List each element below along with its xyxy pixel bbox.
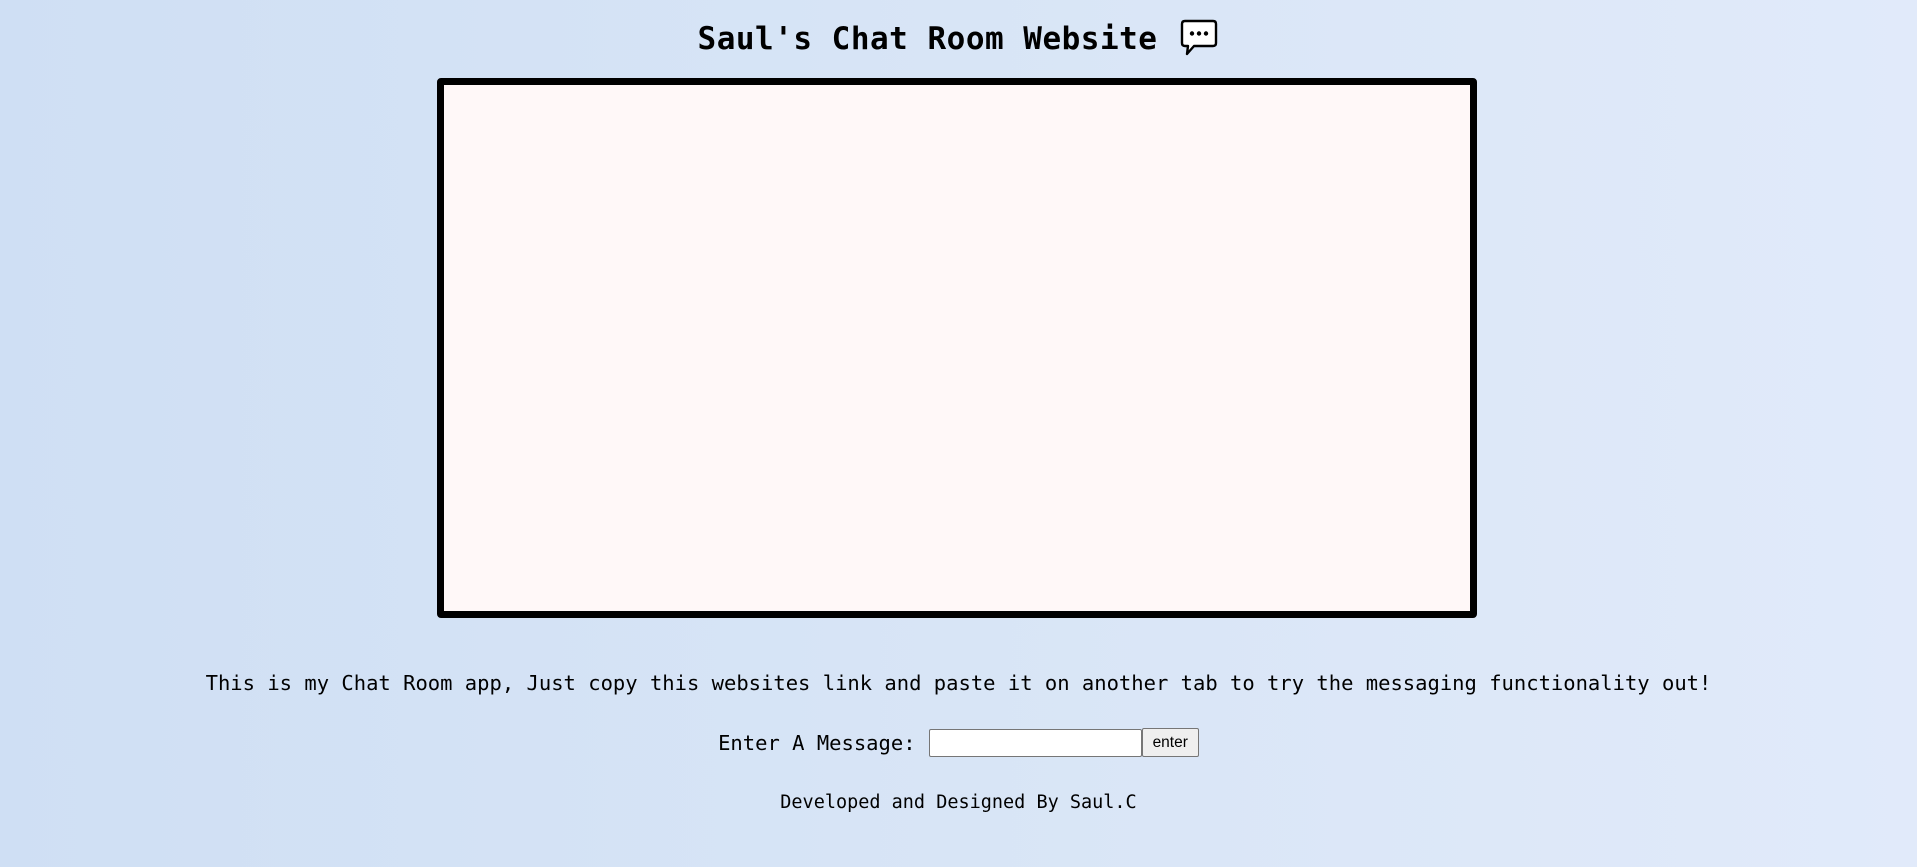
intro-text: This is my Chat Room app, Just copy this… bbox=[205, 671, 1712, 695]
message-label: Enter A Message: bbox=[718, 730, 916, 755]
chat-messages-box[interactable] bbox=[437, 78, 1477, 618]
page-title: Saul's Chat Room Website bbox=[697, 21, 1158, 57]
message-form: Enter A Message: enter bbox=[0, 728, 1917, 757]
page-header: Saul's Chat Room Website bbox=[0, 16, 1917, 62]
enter-button[interactable]: enter bbox=[1141, 728, 1199, 757]
speech-bubble-icon bbox=[1181, 19, 1218, 56]
footer-credit: Developed and Designed By Saul.C bbox=[780, 792, 1137, 813]
message-input[interactable] bbox=[928, 728, 1142, 757]
